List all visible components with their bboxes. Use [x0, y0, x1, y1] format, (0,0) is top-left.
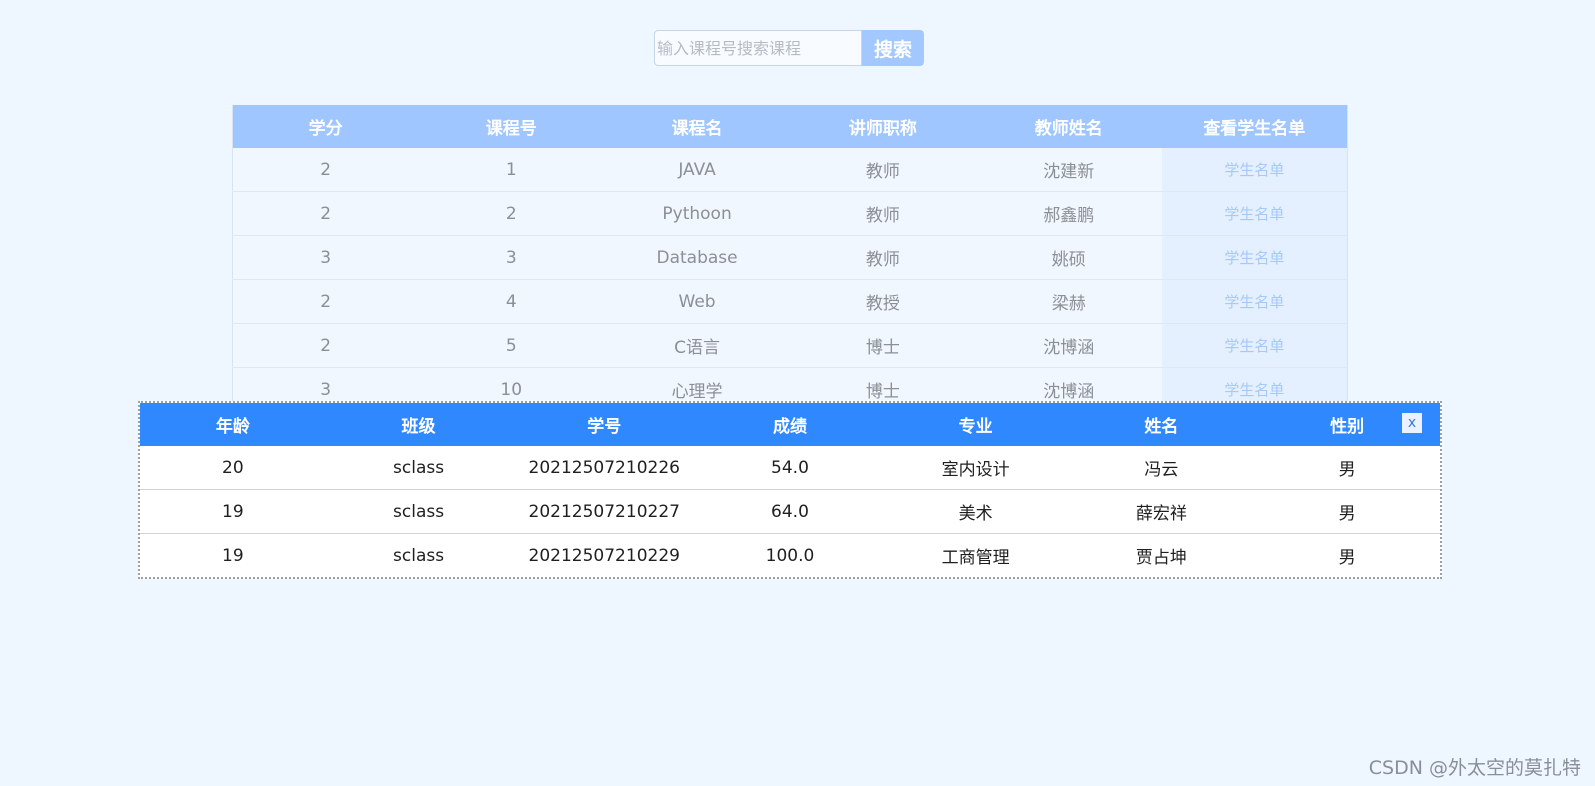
student-major: 室内设计 — [882, 446, 1069, 490]
course-row: 3 3 Database 教师 姚硕 学生名单 — [232, 235, 1348, 280]
student-number: 20212507210229 — [528, 545, 680, 566]
close-popup-button[interactable]: x — [1402, 413, 1422, 433]
course-row: 2 5 C语言 博士 沈博涵 学生名单 — [232, 323, 1348, 368]
search-bar: 搜索 — [654, 30, 924, 66]
student-class: sclass — [325, 489, 512, 534]
student-name: 贾占坤 — [1135, 548, 1187, 568]
teacher-name: 沈建新 — [975, 148, 1162, 192]
course-credit: 2 — [232, 323, 419, 368]
lecturer-title: 教授 — [789, 279, 976, 324]
course-name: Database — [604, 235, 790, 280]
lecturer-title: 教师 — [789, 148, 976, 192]
course-credit: 3 — [232, 235, 419, 280]
search-button[interactable]: 搜索 — [862, 30, 924, 66]
student-major: 美术 — [882, 489, 1069, 534]
student-number: 20212507210226 — [511, 446, 698, 490]
student-class: sclass — [325, 446, 512, 490]
student-score: 100.0 — [765, 545, 815, 566]
student-row: 19 sclass 20212507210229 100.0 工商管理 贾占坤 … — [140, 534, 1440, 578]
teacher-name: 郝鑫鹏 — [975, 191, 1162, 236]
course-number: 1 — [418, 148, 605, 192]
teacher-name: 梁赫 — [975, 279, 1162, 324]
course-table: 学分 课程号 课程名 讲师职称 教师姓名 查看学生名单 2 1 JAVA 教师 … — [232, 105, 1348, 412]
teacher-name: 沈博涵 — [975, 323, 1162, 368]
course-number: 3 — [418, 235, 605, 280]
header-lecturer-title: 讲师职称 — [789, 105, 976, 148]
student-list-link[interactable]: 学生名单 — [1161, 279, 1348, 324]
lecturer-title: 博士 — [789, 323, 976, 368]
student-gender: 男 — [1338, 548, 1356, 568]
student-age: 19 — [140, 489, 326, 534]
lecturer-title: 教师 — [789, 235, 976, 280]
student-list-link[interactable]: 学生名单 — [1161, 148, 1348, 192]
course-row: 2 2 Pythoon 教师 郝鑫鹏 学生名单 — [232, 191, 1348, 236]
course-credit: 2 — [232, 148, 419, 192]
course-table-header-row: 学分 课程号 课程名 讲师职称 教师姓名 查看学生名单 — [232, 105, 1348, 148]
student-gender: 男 — [1254, 446, 1440, 490]
course-row: 2 4 Web 教授 梁赫 学生名单 — [232, 279, 1348, 324]
course-search-input[interactable] — [654, 30, 862, 66]
course-credit: 2 — [232, 279, 419, 324]
course-name: C语言 — [604, 323, 790, 368]
student-score: 54.0 — [697, 446, 883, 490]
course-number: 2 — [418, 191, 605, 236]
header-student-no: 学号 — [511, 403, 698, 446]
header-score: 成绩 — [697, 403, 883, 446]
student-table-header-row: 年龄 班级 学号 成绩 专业 姓名 性别 — [140, 403, 1440, 446]
student-number: 20212507210227 — [511, 489, 698, 534]
header-name: 姓名 — [1068, 403, 1255, 446]
student-list-link[interactable]: 学生名单 — [1161, 323, 1348, 368]
student-list-popup: 年龄 班级 学号 成绩 专业 姓名 性别 20 sclass 202125072… — [138, 401, 1442, 579]
student-row: 19 sclass 20212507210227 64.0 美术 薛宏祥 男 — [140, 489, 1440, 534]
student-gender: 男 — [1254, 489, 1440, 534]
course-name: Web — [604, 279, 790, 324]
header-teacher-name: 教师姓名 — [975, 105, 1162, 148]
student-name: 冯云 — [1068, 446, 1255, 490]
csdn-watermark: CSDN @外太空的莫扎特 — [1368, 757, 1581, 779]
header-course-name: 课程名 — [604, 105, 790, 148]
course-name: Pythoon — [604, 191, 790, 236]
header-class: 班级 — [325, 403, 512, 446]
course-name: JAVA — [604, 148, 790, 192]
header-view-students: 查看学生名单 — [1161, 105, 1348, 148]
course-number: 4 — [418, 279, 605, 324]
course-credit: 2 — [232, 191, 419, 236]
student-list-link[interactable]: 学生名单 — [1161, 191, 1348, 236]
course-row: 2 1 JAVA 教师 沈建新 学生名单 — [232, 148, 1348, 192]
student-score: 64.0 — [697, 489, 883, 534]
student-major: 工商管理 — [941, 548, 1010, 568]
header-age: 年龄 — [140, 403, 326, 446]
student-age: 19 — [222, 545, 244, 566]
header-credit: 学分 — [232, 105, 419, 148]
student-name: 薛宏祥 — [1068, 489, 1255, 534]
teacher-name: 姚硕 — [975, 235, 1162, 280]
header-course-no: 课程号 — [418, 105, 605, 148]
student-list-link[interactable]: 学生名单 — [1161, 235, 1348, 280]
lecturer-title: 教师 — [789, 191, 976, 236]
student-row: 20 sclass 20212507210226 54.0 室内设计 冯云 男 — [140, 446, 1440, 490]
student-age: 20 — [140, 446, 326, 490]
header-major: 专业 — [882, 403, 1069, 446]
course-number: 5 — [418, 323, 605, 368]
student-table: 年龄 班级 学号 成绩 专业 姓名 性别 20 sclass 202125072… — [140, 403, 1440, 577]
student-class: sclass — [393, 545, 445, 566]
